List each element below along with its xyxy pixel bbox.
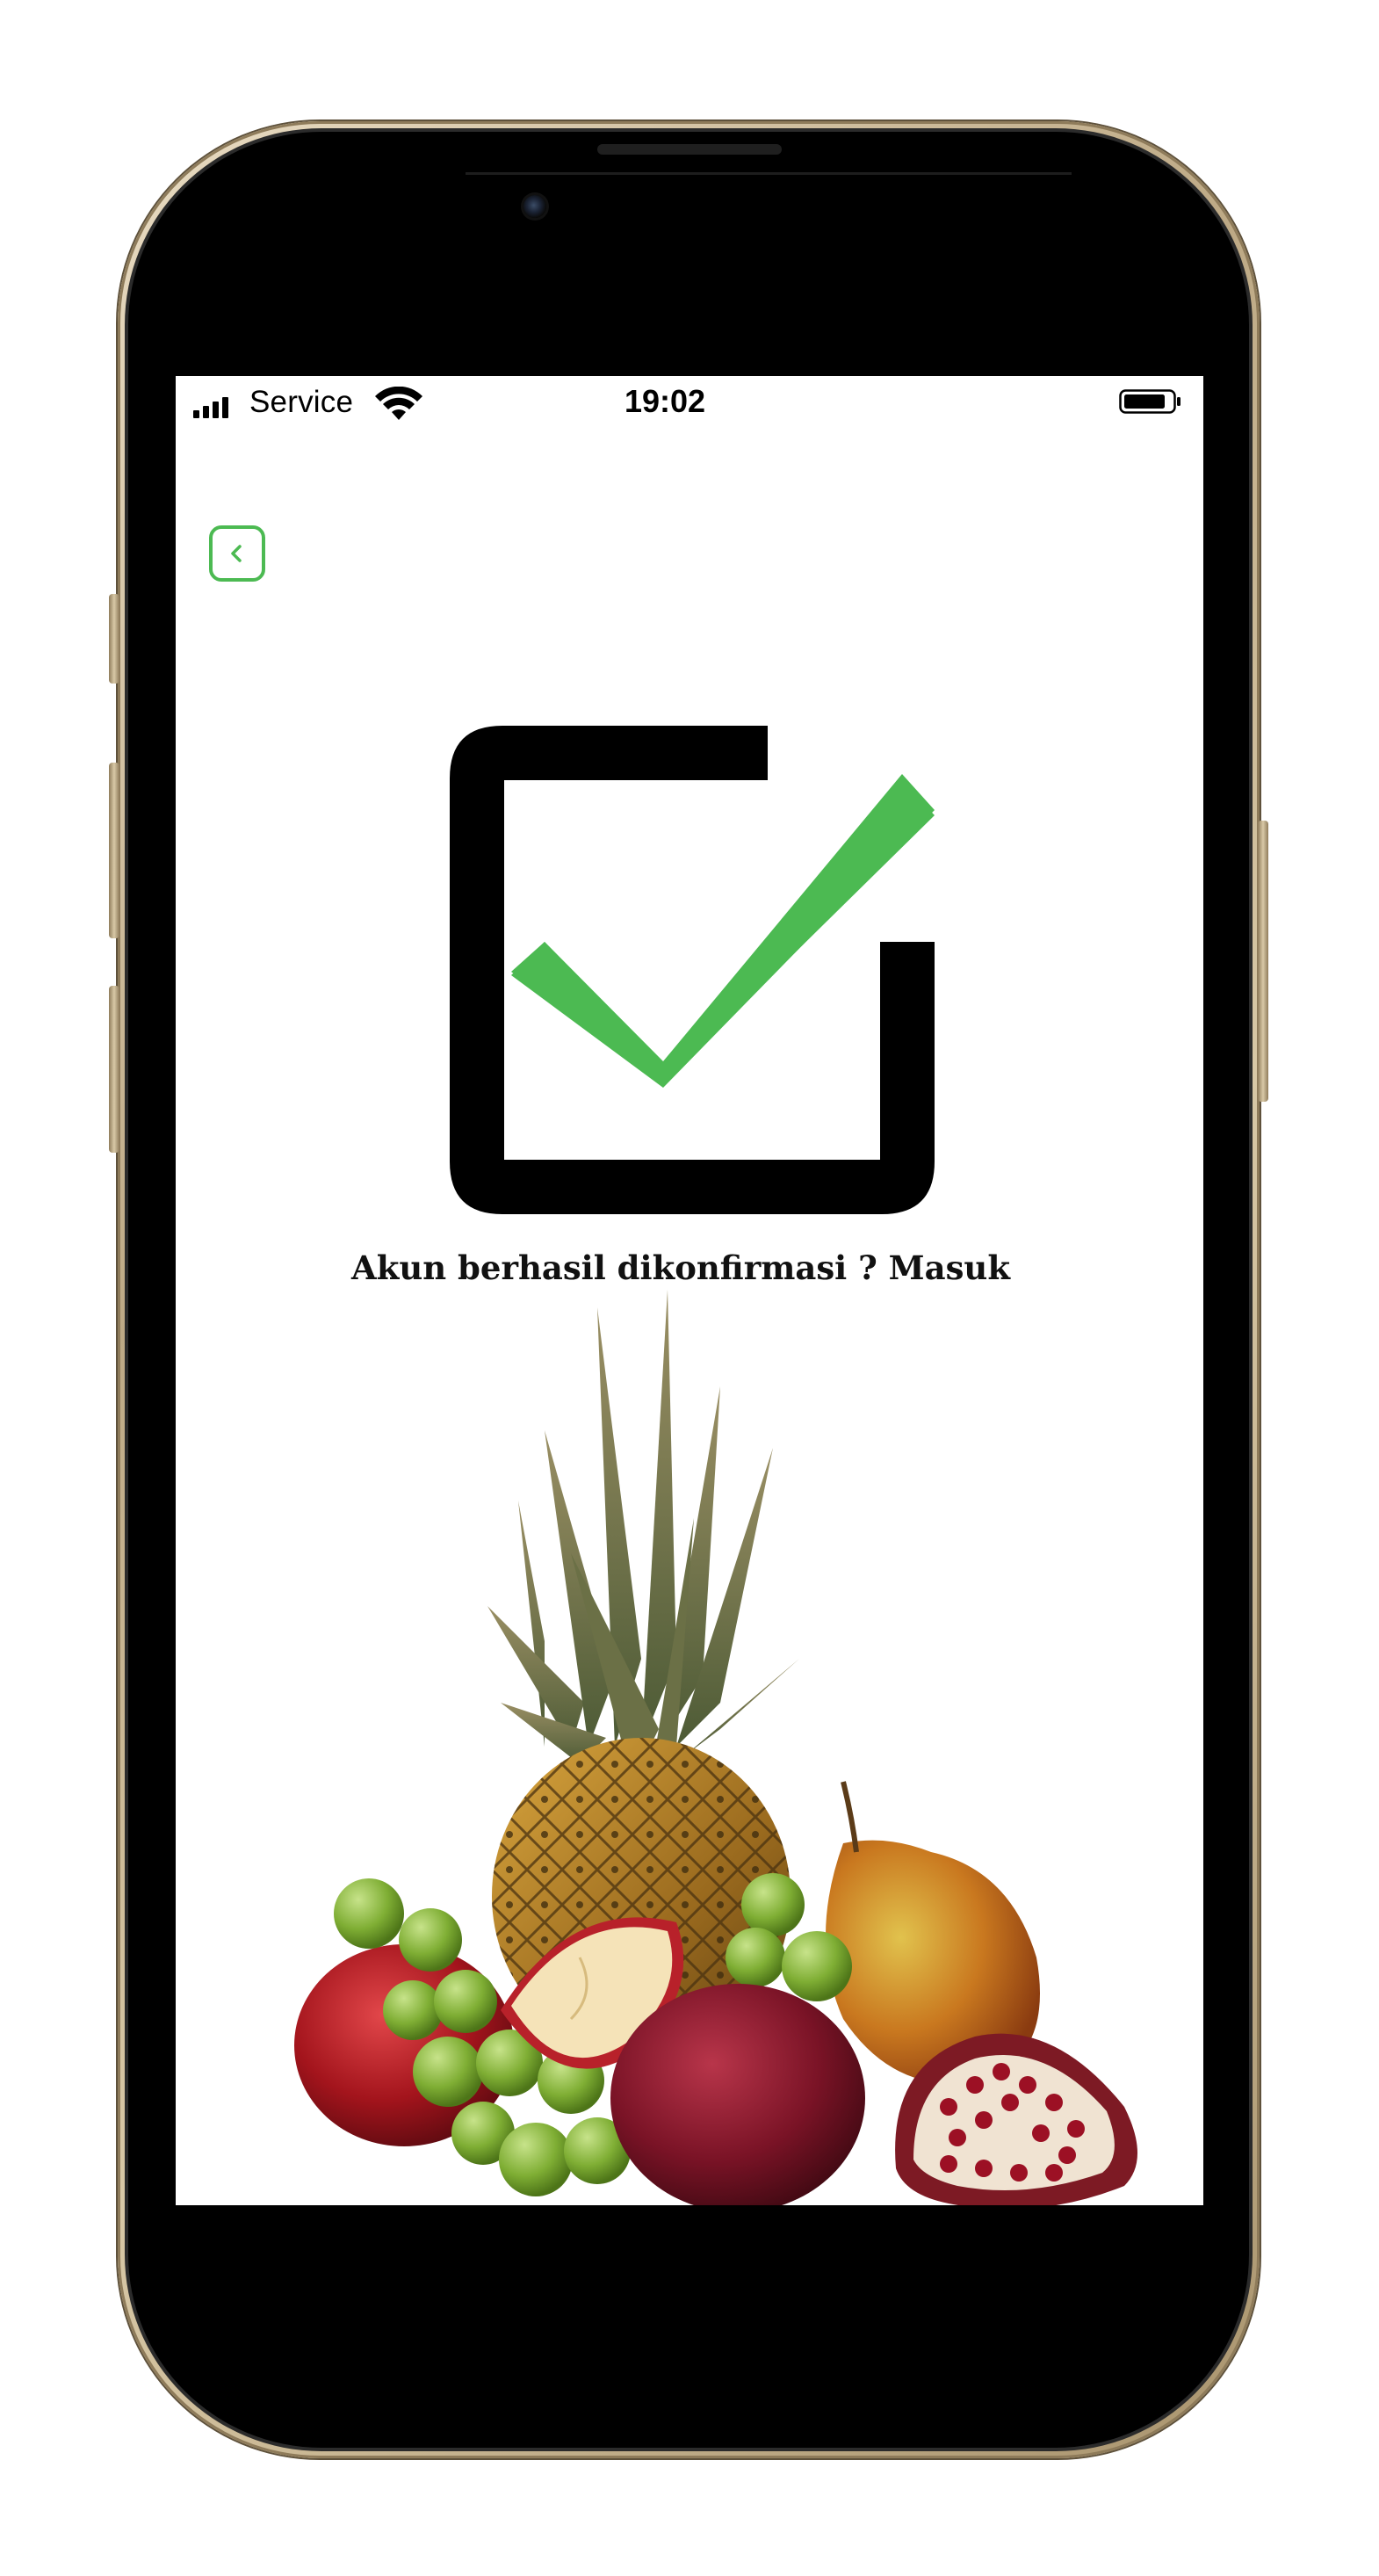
earpiece-speaker [597,144,782,155]
chevron-left-icon [231,545,242,562]
volume-up-button [109,763,119,938]
success-checkmark-icon [450,726,935,1214]
confirmation-message[interactable]: Akun berhasil dikonfirmasi ? Masuk [176,1248,1195,1287]
power-button [1258,821,1268,1102]
volume-down-button [109,986,119,1153]
pomegranate [610,1984,865,2205]
app-screen: Service 19:02 Akun berhasil dikonfirmasi… [176,376,1203,2205]
status-bar: Service 19:02 [176,376,1203,427]
battery-icon [1119,389,1180,414]
action-button [109,594,119,684]
fruit-basket-illustration [294,1290,1137,2205]
status-time: 19:02 [624,383,706,419]
device-mockup: Service 19:02 Akun berhasil dikonfirmasi… [0,0,1379,2576]
pomegranate-half [895,2033,1137,2205]
notch-edge [466,172,1072,175]
pineapple-crown [487,1290,799,1782]
front-camera [523,195,546,218]
back-button[interactable] [209,525,265,582]
